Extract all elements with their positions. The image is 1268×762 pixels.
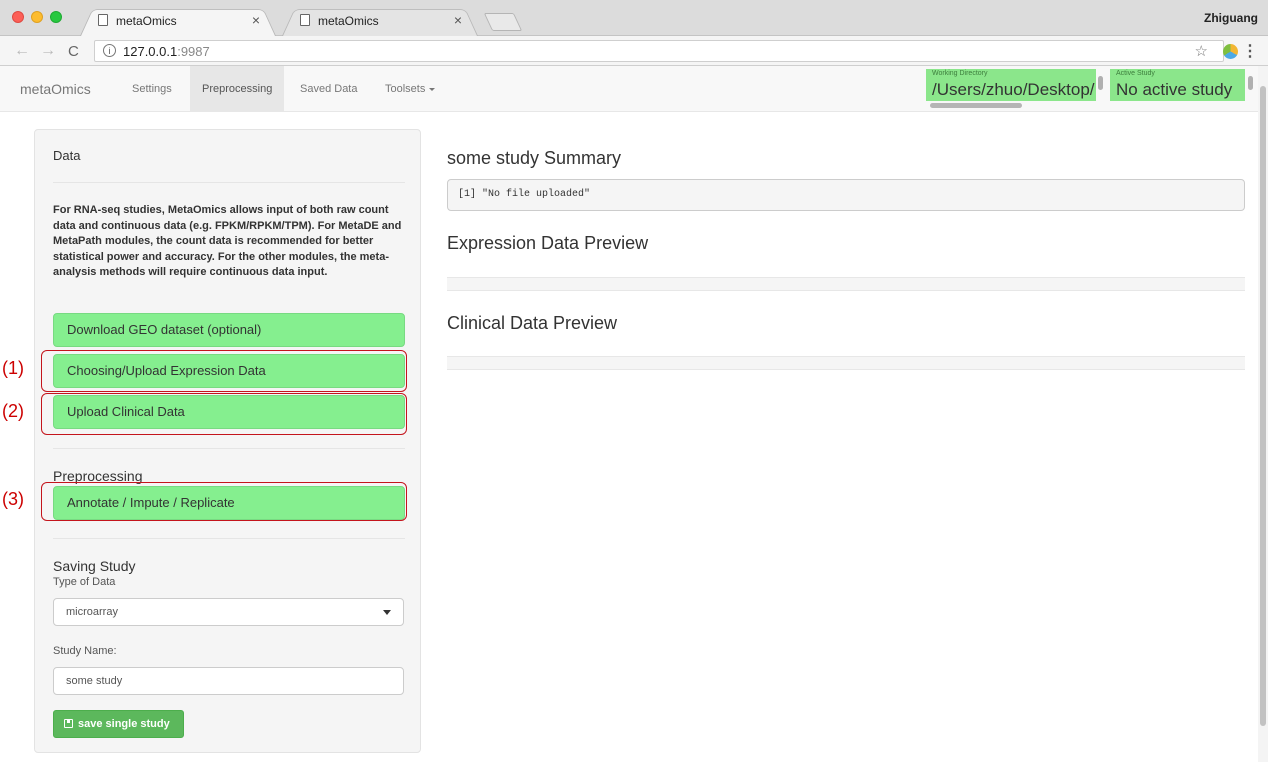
- browser-tab-bar: metaOmics × metaOmics × Zhiguang: [0, 0, 1268, 36]
- nav-preprocessing[interactable]: Preprocessing: [190, 66, 285, 112]
- expression-preview-table: [447, 277, 1245, 291]
- close-tab-icon[interactable]: ×: [252, 12, 260, 28]
- working-directory-label: Working Directory: [932, 70, 988, 77]
- download-geo-button[interactable]: Download GEO dataset (optional): [53, 313, 405, 347]
- minimize-window-icon[interactable]: [31, 11, 43, 23]
- divider: [53, 448, 405, 449]
- scroll-handle[interactable]: [1098, 76, 1103, 90]
- expression-preview-title: Expression Data Preview: [447, 233, 649, 253]
- study-summary-title: some study Summary: [447, 148, 622, 168]
- type-of-data-label: Type of Data: [53, 576, 116, 588]
- save-single-study-button[interactable]: save single study: [53, 710, 184, 738]
- extension-icon[interactable]: [1223, 44, 1238, 59]
- divider: [53, 182, 405, 183]
- url-field[interactable]: i 127.0.0.1:9987: [94, 40, 1224, 62]
- browser-menu-icon[interactable]: ⋮: [1242, 41, 1258, 61]
- profile-name[interactable]: Zhiguang: [1204, 11, 1258, 25]
- saving-study-heading: Saving Study: [53, 558, 136, 574]
- annotation-highlight-3: [41, 482, 407, 521]
- page-scrollbar[interactable]: [1258, 66, 1268, 762]
- maximize-window-icon[interactable]: [50, 11, 62, 23]
- tab-title: metaOmics: [318, 14, 379, 28]
- url-text: 127.0.0.1:9987: [123, 44, 210, 59]
- working-directory-box[interactable]: Working Directory /Users/zhuo/Desktop/: [926, 69, 1096, 101]
- new-tab-button[interactable]: [483, 13, 523, 31]
- reload-icon[interactable]: C: [68, 43, 79, 60]
- nav-toolsets[interactable]: Toolsets: [373, 66, 447, 112]
- scrollbar-thumb[interactable]: [1260, 86, 1266, 726]
- info-icon[interactable]: i: [103, 44, 116, 57]
- study-name-input[interactable]: [53, 667, 404, 695]
- app-brand[interactable]: metaOmics: [20, 81, 91, 97]
- annotation-label-3: (3): [2, 489, 24, 509]
- horizontal-scrollbar[interactable]: [930, 103, 1022, 108]
- active-study-label: Active Study: [1116, 70, 1155, 77]
- active-study-box[interactable]: Active Study No active study: [1110, 69, 1245, 101]
- annotation-highlight-2: [41, 393, 407, 435]
- summary-output: [1] "No file uploaded": [447, 179, 1245, 211]
- chevron-down-icon: [383, 610, 391, 615]
- type-of-data-select[interactable]: microarray: [53, 598, 404, 626]
- annotation-label-1: (1): [2, 358, 24, 378]
- app-navbar: metaOmics Settings Preprocessing Saved D…: [0, 66, 1258, 112]
- divider: [53, 538, 405, 539]
- sidebar-panel: Data For RNA-seq studies, MetaOmics allo…: [34, 129, 421, 753]
- clinical-preview-title: Clinical Data Preview: [447, 313, 618, 333]
- scroll-handle[interactable]: [1248, 76, 1253, 90]
- working-directory-value: /Users/zhuo/Desktop/: [932, 80, 1095, 99]
- active-study-value: No active study: [1116, 80, 1233, 99]
- nav-saved-data[interactable]: Saved Data: [288, 66, 369, 112]
- nav-settings[interactable]: Settings: [120, 66, 184, 112]
- clinical-preview-table: [447, 356, 1245, 370]
- browser-tab-active[interactable]: metaOmics ×: [80, 5, 276, 36]
- annotation-highlight-1: [41, 350, 407, 392]
- page-icon: [300, 14, 310, 26]
- page-icon: [98, 14, 108, 26]
- bookmark-star-icon[interactable]: ☆: [1195, 42, 1208, 60]
- chevron-down-icon: [429, 87, 436, 91]
- address-bar: ← → C i 127.0.0.1:9987 ☆ ⋮: [0, 36, 1268, 66]
- tab-title: metaOmics: [116, 14, 177, 28]
- data-heading: Data: [53, 148, 81, 163]
- close-tab-icon[interactable]: ×: [454, 12, 462, 28]
- rna-seq-description: For RNA-seq studies, MetaOmics allows in…: [53, 204, 402, 278]
- browser-tab-inactive[interactable]: metaOmics ×: [282, 5, 478, 36]
- study-name-label: Study Name:: [53, 645, 117, 657]
- annotation-label-2: (2): [2, 401, 24, 421]
- close-window-icon[interactable]: [12, 11, 24, 23]
- back-icon[interactable]: ←: [14, 42, 30, 60]
- floppy-disk-icon: [64, 719, 73, 728]
- forward-icon[interactable]: →: [40, 42, 56, 60]
